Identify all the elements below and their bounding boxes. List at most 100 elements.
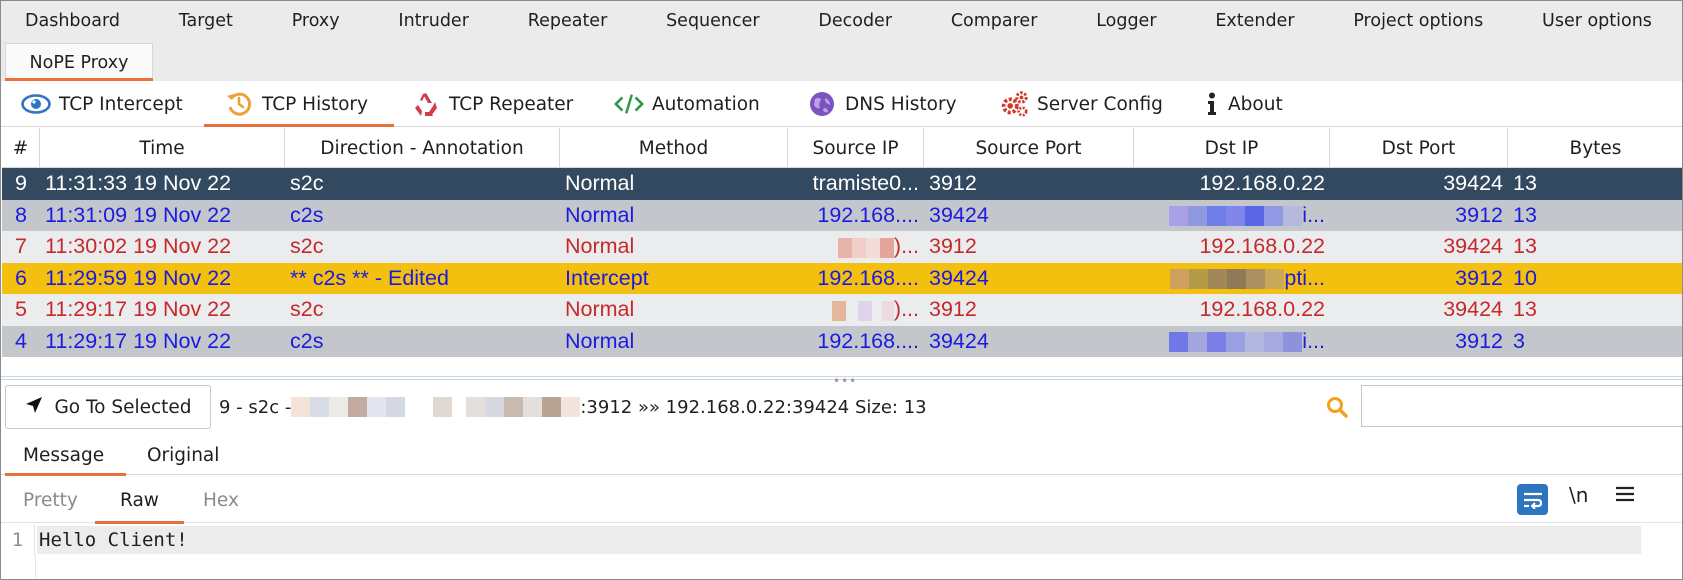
redacted-block — [1169, 206, 1303, 227]
cell-bytes: 13 — [1513, 171, 1537, 196]
word-wrap-button[interactable] — [1517, 484, 1548, 515]
menu-icon[interactable] — [1615, 485, 1635, 507]
tab-tcp-intercept[interactable]: TCP Intercept — [21, 81, 183, 127]
tab-sequencer[interactable]: Sequencer — [666, 11, 760, 31]
table-row[interactable]: 8 11:31:09 19 Nov 22 c2s Normal 192.168.… — [2, 199, 1682, 231]
column-header-bytes[interactable]: Bytes — [1508, 128, 1682, 168]
tab-logger[interactable]: Logger — [1096, 11, 1156, 31]
tab-about[interactable]: About — [1204, 81, 1283, 127]
column-header-dst-port[interactable]: Dst Port — [1330, 128, 1508, 168]
table-row[interactable]: 7 11:30:02 19 Nov 22 s2c Normal )... 391… — [2, 231, 1682, 263]
cell-id: 5 — [15, 297, 27, 322]
go-to-selected-label: Go To Selected — [54, 396, 192, 418]
tab-server-config[interactable]: Server Config — [999, 81, 1163, 127]
table-row[interactable]: 4 11:29:17 19 Nov 22 c2s Normal 192.168.… — [2, 325, 1682, 357]
message-tab-bar: Message Original — [1, 435, 1682, 476]
tab-raw[interactable]: Raw — [95, 477, 184, 524]
redacted-block — [291, 397, 581, 417]
cell-time: 11:29:59 19 Nov 22 — [45, 265, 232, 290]
cell-source-ip: tramiste0... — [812, 171, 919, 196]
cell-direction: s2c — [290, 171, 324, 196]
cell-dst-port: 39424 — [1443, 234, 1503, 259]
eye-icon — [21, 89, 51, 119]
table-header: # Time Direction - Annotation Method Sou… — [2, 128, 1682, 168]
cell-time: 11:31:33 19 Nov 22 — [45, 171, 232, 196]
cell-dst-ip: 192.168.0.22 — [1199, 171, 1325, 196]
column-header-source-ip[interactable]: Source IP — [788, 128, 924, 168]
column-header-time[interactable]: Time — [40, 128, 285, 168]
cell-method: Intercept — [565, 265, 649, 290]
cell-dst-ip: 192.168.0.22 — [1199, 297, 1325, 322]
column-header-id[interactable]: # — [2, 128, 40, 168]
tab-automation[interactable]: Automation — [614, 81, 760, 127]
column-header-dst-ip[interactable]: Dst IP — [1134, 128, 1330, 168]
cell-dst-port: 3912 — [1455, 328, 1503, 353]
newline-toggle-button[interactable]: \n — [1569, 483, 1588, 507]
search-input[interactable] — [1361, 385, 1682, 427]
tab-proxy[interactable]: Proxy — [292, 11, 340, 31]
tab-message[interactable]: Message — [4, 435, 127, 476]
tab-dns-history[interactable]: DNS History — [807, 81, 957, 127]
tab-decoder[interactable]: Decoder — [818, 11, 892, 31]
tab-original[interactable]: Original — [147, 435, 219, 475]
cell-bytes: 13 — [1513, 234, 1537, 259]
gears-icon — [999, 89, 1029, 119]
tab-tcp-repeater[interactable]: TCP Repeater — [411, 81, 573, 127]
cell-method: Normal — [565, 328, 635, 353]
editor-line[interactable]: 1 Hello Client! — [1, 525, 1682, 555]
history-icon — [224, 89, 254, 119]
code-icon — [614, 89, 644, 119]
wrap-lines-icon — [1523, 492, 1542, 509]
tab-nope-proxy[interactable]: NoPE Proxy — [5, 43, 153, 81]
tab-dashboard[interactable]: Dashboard — [25, 11, 120, 31]
tab-pretty[interactable]: Pretty — [23, 477, 78, 523]
tcp-history-table: # Time Direction - Annotation Method Sou… — [2, 128, 1682, 357]
table-row[interactable]: 6 11:29:59 19 Nov 22 ** c2s ** - Edited … — [2, 262, 1682, 294]
cell-dst-port: 39424 — [1443, 171, 1503, 196]
cell-bytes: 3 — [1513, 328, 1525, 353]
message-content[interactable]: Hello Client! — [37, 526, 1641, 554]
navigate-arrow-icon — [24, 395, 44, 420]
go-to-selected-button[interactable]: Go To Selected — [5, 385, 211, 429]
cell-bytes: 13 — [1513, 202, 1537, 227]
tab-label: DNS History — [845, 93, 957, 115]
tab-intruder[interactable]: Intruder — [398, 11, 468, 31]
cell-source-ip: 192.168.... — [817, 202, 919, 227]
tab-project-options[interactable]: Project options — [1353, 11, 1483, 31]
redacted-block — [837, 237, 894, 258]
cell-time: 11:29:17 19 Nov 22 — [45, 328, 232, 353]
tab-comparer[interactable]: Comparer — [951, 11, 1038, 31]
tab-tcp-history[interactable]: TCP History — [204, 81, 394, 127]
split-pane-divider[interactable]: ••• — [1, 374, 1682, 388]
column-header-direction[interactable]: Direction - Annotation — [285, 128, 560, 168]
cell-method: Normal — [565, 202, 635, 227]
cell-id: 8 — [15, 202, 27, 227]
cell-dst-ip-text: pti... — [1284, 265, 1325, 290]
tab-hex[interactable]: Hex — [203, 477, 239, 523]
cell-method: Normal — [565, 297, 635, 322]
column-header-source-port[interactable]: Source Port — [924, 128, 1134, 168]
cell-direction: s2c — [290, 234, 324, 259]
extension-tab-bar: NoPE Proxy — [1, 41, 1682, 81]
tab-extender[interactable]: Extender — [1215, 11, 1294, 31]
editor-view-tabs: Pretty Raw Hex \n — [1, 477, 1682, 524]
redacted-block — [1170, 269, 1285, 290]
cell-source-port: 39424 — [929, 265, 989, 290]
cell-source-port: 39424 — [929, 328, 989, 353]
tab-target[interactable]: Target — [179, 11, 233, 31]
tab-repeater[interactable]: Repeater — [528, 11, 608, 31]
cell-source-ip-text: )... — [893, 297, 919, 322]
cell-bytes: 10 — [1513, 265, 1537, 290]
table-row[interactable]: 5 11:29:17 19 Nov 22 s2c Normal )... 391… — [2, 294, 1682, 326]
selected-info-suffix: :3912 »» 192.168.0.22:39424 Size: 13 — [580, 396, 927, 418]
cell-direction: c2s — [290, 202, 324, 227]
tab-label: Automation — [652, 93, 760, 115]
column-header-method[interactable]: Method — [560, 128, 788, 168]
table-row[interactable]: 9 11:31:33 19 Nov 22 s2c Normal tramiste… — [2, 168, 1682, 200]
cell-dst-port: 3912 — [1455, 265, 1503, 290]
cell-method: Normal — [565, 234, 635, 259]
cell-source-ip: 192.168.... — [817, 265, 919, 290]
tab-user-options[interactable]: User options — [1542, 11, 1652, 31]
message-editor: Pretty Raw Hex \n 1 Hello Client! — [1, 477, 1682, 579]
nope-tool-tab-bar: TCP Intercept TCP History TCP Repeater A… — [1, 81, 1682, 127]
